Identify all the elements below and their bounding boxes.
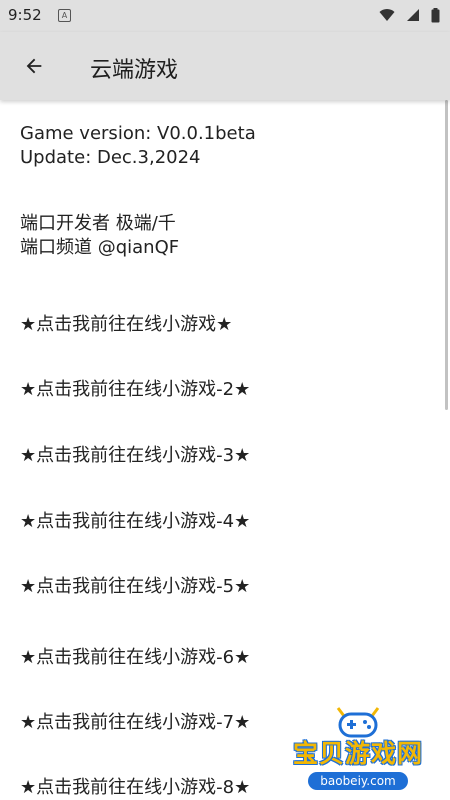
game-link-1[interactable]: ★点击我前往在线小游戏★ (20, 310, 232, 336)
game-link-3[interactable]: ★点击我前往在线小游戏-3★ (20, 441, 250, 467)
developer-line: 端口开发者 极端/千 (20, 213, 176, 234)
watermark-logo: 宝贝游戏网 baobeiy.com (280, 700, 436, 794)
content-area[interactable]: Game version: V0.0.1beta Update: Dec.3,2… (0, 100, 450, 800)
channel-line: 端口频道 @qianQF (20, 237, 180, 258)
app-bar: 云端游戏 (0, 32, 450, 100)
game-link-4[interactable]: ★点击我前往在线小游戏-4★ (20, 507, 250, 533)
status-time: 9:52 (8, 6, 42, 24)
game-link-5[interactable]: ★点击我前往在线小游戏-5★ (20, 572, 250, 598)
battery-icon (431, 8, 440, 23)
status-icons (373, 8, 440, 24)
page-title: 云端游戏 (90, 58, 179, 83)
game-link-2[interactable]: ★点击我前往在线小游戏-2★ (20, 375, 250, 401)
update-line: Update: Dec.3,2024 (20, 147, 201, 168)
watermark-title: 宝贝游戏网 (292, 739, 423, 768)
game-link-7[interactable]: ★点击我前往在线小游戏-7★ (20, 708, 250, 734)
signal-icon (406, 9, 419, 21)
version-line: Game version: V0.0.1beta (20, 123, 256, 144)
notification-icon: A (58, 9, 71, 22)
back-button[interactable] (14, 46, 54, 86)
status-bar: 9:52 A (0, 0, 450, 32)
developer-info: 端口开发者 极端/千 端口频道 @qianQF (20, 212, 179, 260)
arrow-left-icon (26, 58, 42, 74)
game-link-8[interactable]: ★点击我前往在线小游戏-8★ (20, 773, 250, 799)
scrollbar[interactable] (445, 100, 448, 410)
version-info: Game version: V0.0.1beta Update: Dec.3,2… (20, 122, 256, 170)
game-link-6[interactable]: ★点击我前往在线小游戏-6★ (20, 643, 250, 669)
wifi-icon (379, 9, 395, 21)
watermark-url: baobeiy.com (308, 772, 408, 790)
